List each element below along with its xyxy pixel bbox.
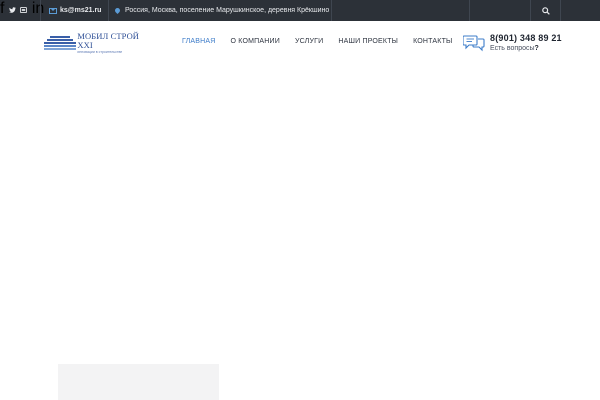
nav-item-projects[interactable]: НАШИ ПРОЕКТЫ: [338, 38, 398, 45]
map-pin-icon: [113, 6, 122, 15]
topbar-divider: [108, 0, 109, 21]
site-header: МОБИЛ СТРОЙ XXI инновации в строительств…: [0, 21, 600, 65]
top-bar: ks@ms21.ru Россия, Москва, поселение Мар…: [0, 0, 600, 21]
topbar-address: Россия, Москва, поселение Марушкинское, …: [113, 0, 330, 21]
twitter-icon[interactable]: [8, 0, 20, 17]
nav-item-about[interactable]: О КОМПАНИИ: [231, 38, 280, 45]
phone-number[interactable]: 8(901) 348 89 21: [490, 33, 562, 43]
questions-label: Есть вопросы: [490, 45, 535, 52]
facebook-icon[interactable]: f: [0, 0, 4, 17]
nav-item-services[interactable]: УСЛУГИ: [295, 38, 323, 45]
questions-text: Есть вопросы?: [490, 45, 539, 52]
topbar-divider: [560, 0, 561, 21]
question-mark: ?: [534, 45, 539, 52]
logo-mark-icon: [44, 36, 76, 50]
topbar-divider: [40, 0, 41, 21]
logo-title: МОБИЛ СТРОЙ XXI: [77, 30, 140, 50]
main-nav: ГЛАВНАЯ О КОМПАНИИ УСЛУГИ НАШИ ПРОЕКТЫ К…: [182, 38, 467, 45]
search-button[interactable]: [535, 0, 557, 21]
content-card: [58, 364, 219, 400]
email-text[interactable]: ks@ms21.ru: [60, 7, 101, 14]
logo-subtitle: инновации в строительстве: [77, 49, 123, 54]
hero-area: [0, 65, 600, 400]
search-icon: [542, 6, 550, 15]
header-contact: 8(901) 348 89 21 Есть вопросы?: [463, 33, 563, 57]
topbar-divider: [331, 0, 332, 21]
chat-bubbles-icon: [463, 35, 485, 52]
nav-item-home[interactable]: ГЛАВНАЯ: [182, 38, 216, 45]
nav-item-contacts[interactable]: КОНТАКТЫ: [413, 38, 452, 45]
topbar-divider: [469, 0, 470, 21]
topbar-email[interactable]: ks@ms21.ru: [49, 0, 101, 21]
envelope-icon: [49, 7, 57, 14]
site-logo[interactable]: МОБИЛ СТРОЙ XXI инновации в строительств…: [44, 30, 148, 54]
linkedin-icon[interactable]: in: [32, 0, 44, 17]
topbar-divider: [530, 0, 531, 21]
vk-icon[interactable]: [20, 0, 31, 17]
address-text: Россия, Москва, поселение Марушкинское, …: [125, 7, 330, 14]
